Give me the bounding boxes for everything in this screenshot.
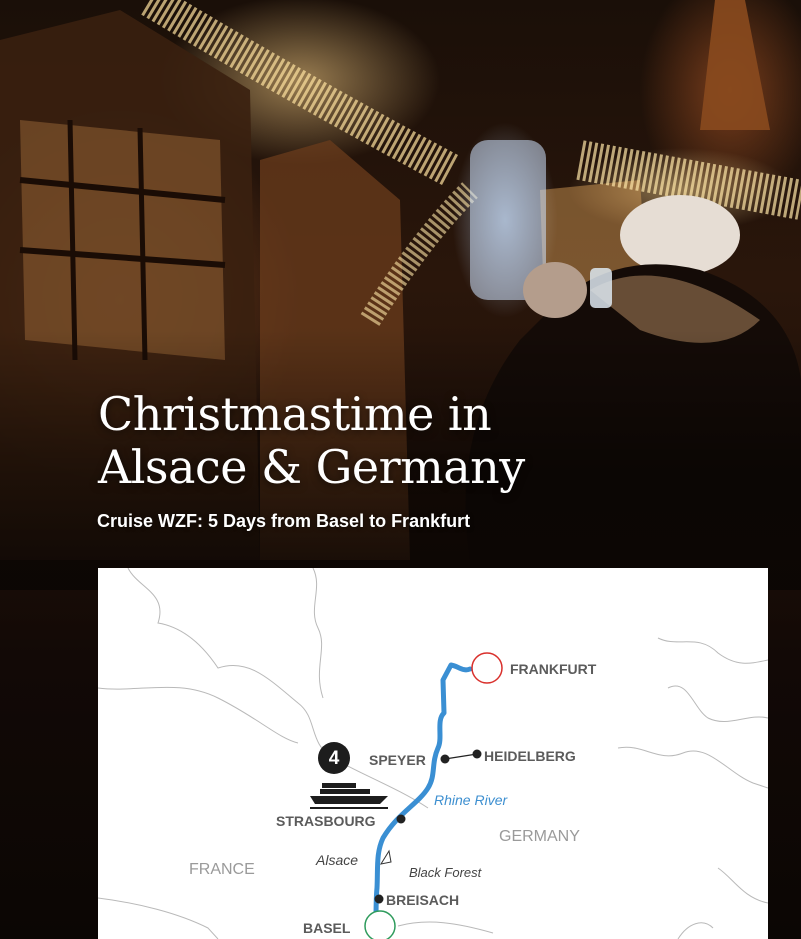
heidelberg-dot: [472, 749, 482, 759]
basel-port-marker: [364, 910, 396, 939]
city-label-heidelberg: HEIDELBERG: [484, 748, 576, 764]
ship-badge-number: 4: [328, 748, 340, 769]
title-line-2: Alsace & Germany: [98, 440, 525, 494]
city-label-speyer: SPEYER: [369, 752, 426, 768]
speyer-dot: [440, 754, 450, 764]
region-label-black-forest: Black Forest: [409, 865, 482, 880]
river-label-rhine: Rhine River: [434, 792, 508, 808]
city-label-frankfurt: FRANKFURT: [510, 661, 597, 677]
route-map-drawing: [98, 568, 768, 939]
route-direction-arrow: [379, 849, 392, 865]
city-label-basel: BASEL: [303, 920, 351, 936]
country-label-germany: GERMANY: [499, 828, 580, 845]
cruise-subtitle: Cruise WZF: 5 Days from Basel to Frankfu…: [97, 511, 471, 531]
country-label-france: FRANCE: [189, 861, 255, 878]
frankfurt-port-marker: [471, 652, 503, 684]
city-label-breisach: BREISACH: [386, 892, 460, 908]
region-label-alsace: Alsace: [316, 852, 359, 868]
strasbourg-dot: [396, 814, 406, 824]
page-title: Christmastime in Alsace & Germany: [98, 388, 525, 494]
title-line-1: Christmastime in: [98, 387, 492, 441]
city-label-strasbourg: STRASBOURG: [276, 813, 376, 829]
breisach-dot: [374, 894, 384, 904]
route-map: 4 FRANKFURT HEIDELBERG SPEYER STRASBOURG…: [98, 568, 768, 939]
